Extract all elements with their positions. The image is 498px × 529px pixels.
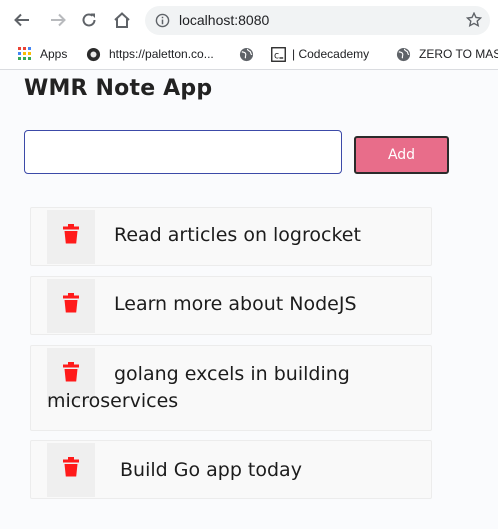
add-button[interactable]: Add <box>354 136 449 174</box>
bookmark-label: ZERO TO MAST <box>419 47 498 61</box>
reload-icon <box>82 13 96 27</box>
bookmark-star-icon[interactable] <box>465 11 483 32</box>
bookmark-paletton[interactable]: https://paletton.co... <box>86 46 214 62</box>
delete-button[interactable] <box>47 279 95 333</box>
arrow-right-icon <box>51 13 66 27</box>
trash-icon <box>63 224 79 244</box>
bookmark-globe[interactable] <box>239 46 262 62</box>
trash-icon <box>63 293 79 313</box>
bookmark-label: Apps <box>40 47 68 61</box>
bookmarks-bar: Apps https://paletton.co... c | Codecade… <box>0 40 498 70</box>
note-text: Build Go app today <box>120 459 302 481</box>
note-input[interactable] <box>24 130 342 174</box>
home-button[interactable] <box>112 10 132 30</box>
arrow-left-icon <box>14 13 29 27</box>
globe-icon <box>396 47 411 62</box>
note-item: golang excels in building microservices <box>30 345 432 431</box>
reload-button[interactable] <box>79 10 99 30</box>
forward-button[interactable] <box>48 10 68 30</box>
note-text: Learn more about NodeJS <box>114 293 357 315</box>
page-title: WMR Note App <box>24 76 213 101</box>
bookmark-codecademy[interactable]: c | Codecademy <box>271 46 369 62</box>
codecademy-icon: c <box>271 46 286 62</box>
note-text: golang excels in building microservices <box>47 363 350 412</box>
note-item: Learn more about NodeJS <box>30 276 432 335</box>
note-item: Read articles on logrocket <box>30 207 432 266</box>
bookmark-label: https://paletton.co... <box>109 47 214 61</box>
note-text: Read articles on logrocket <box>114 224 361 246</box>
paletton-icon <box>86 47 101 62</box>
apps-grid-icon <box>18 47 32 61</box>
home-icon <box>114 12 130 28</box>
url-text[interactable]: localhost:8080 <box>179 12 269 28</box>
globe-icon <box>239 47 254 62</box>
back-button[interactable] <box>12 10 32 30</box>
browser-toolbar: localhost:8080 <box>0 0 498 40</box>
bookmark-apps[interactable]: Apps <box>18 46 67 62</box>
bookmark-label: | Codecademy <box>292 47 370 61</box>
app-page: WMR Note App Add Read articles on logroc… <box>0 70 498 529</box>
address-bar[interactable]: localhost:8080 <box>145 6 490 35</box>
trash-icon <box>63 457 79 477</box>
delete-button[interactable] <box>47 210 95 264</box>
bookmark-zero-to-mastery[interactable]: ZERO TO MAST <box>396 46 498 62</box>
delete-button[interactable] <box>47 443 95 497</box>
info-icon[interactable] <box>155 13 170 32</box>
svg-text:c: c <box>274 50 279 61</box>
note-item: Build Go app today <box>30 440 432 499</box>
